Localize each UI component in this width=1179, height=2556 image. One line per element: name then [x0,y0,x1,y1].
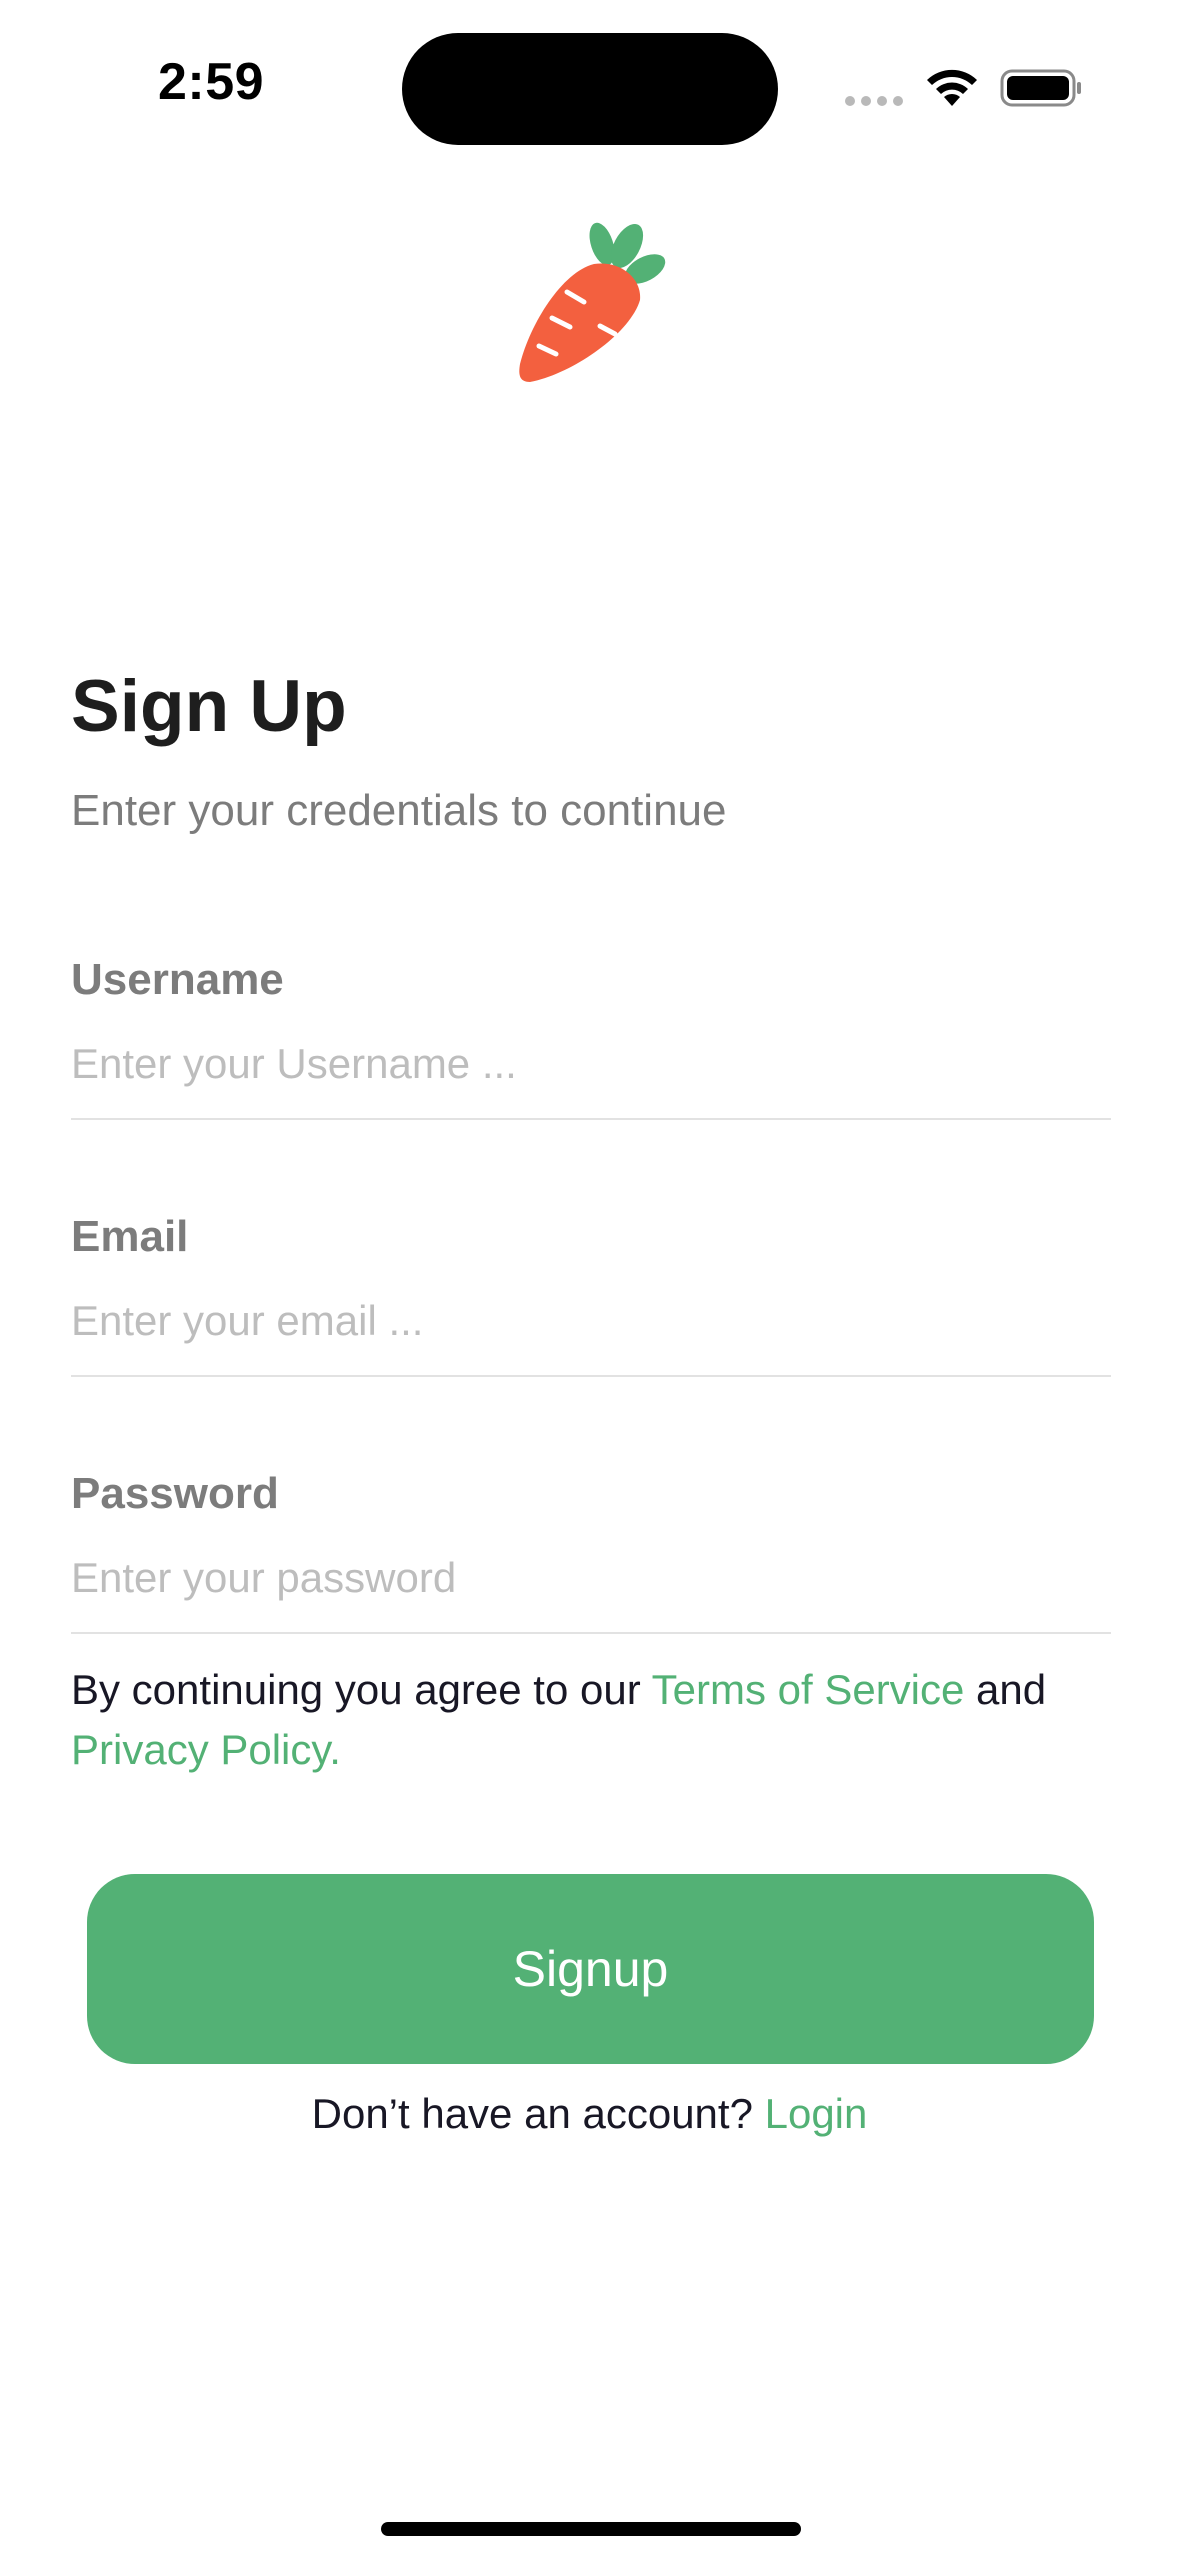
terms-middle: and [964,1666,1047,1713]
privacy-policy-link[interactable]: Privacy Policy. [71,1726,341,1773]
email-divider [71,1375,1111,1377]
signup-button[interactable]: Signup [87,1874,1094,2064]
terms-of-service-link[interactable]: Terms of Service [652,1666,965,1713]
page-title: Sign Up [71,666,347,747]
password-input[interactable] [71,1538,1111,1618]
login-link[interactable]: Login [765,2090,868,2137]
password-label: Password [71,1469,279,1518]
login-prompt-text: Don’t have an account? [311,2090,765,2137]
page-subtitle: Enter your credentials to continue [71,786,727,835]
password-divider [71,1632,1111,1634]
username-label: Username [71,955,284,1004]
username-input[interactable] [71,1024,1111,1104]
terms-prefix: By continuing you agree to our [71,1666,652,1713]
status-time: 2:59 [158,53,265,111]
battery-icon [1000,69,1081,107]
carrot-icon [519,222,666,382]
dynamic-island [402,33,778,145]
terms-notice: By continuing you agree to our Terms of … [71,1660,1121,1780]
wifi-icon [927,69,977,106]
login-prompt: Don’t have an account? Login [0,2090,1179,2138]
home-indicator[interactable] [381,2522,801,2536]
status-bar: 2:59 [0,0,1179,150]
username-divider [71,1118,1111,1120]
email-input[interactable] [71,1281,1111,1361]
cellular-signal-icon [845,96,903,106]
email-label: Email [71,1212,189,1261]
